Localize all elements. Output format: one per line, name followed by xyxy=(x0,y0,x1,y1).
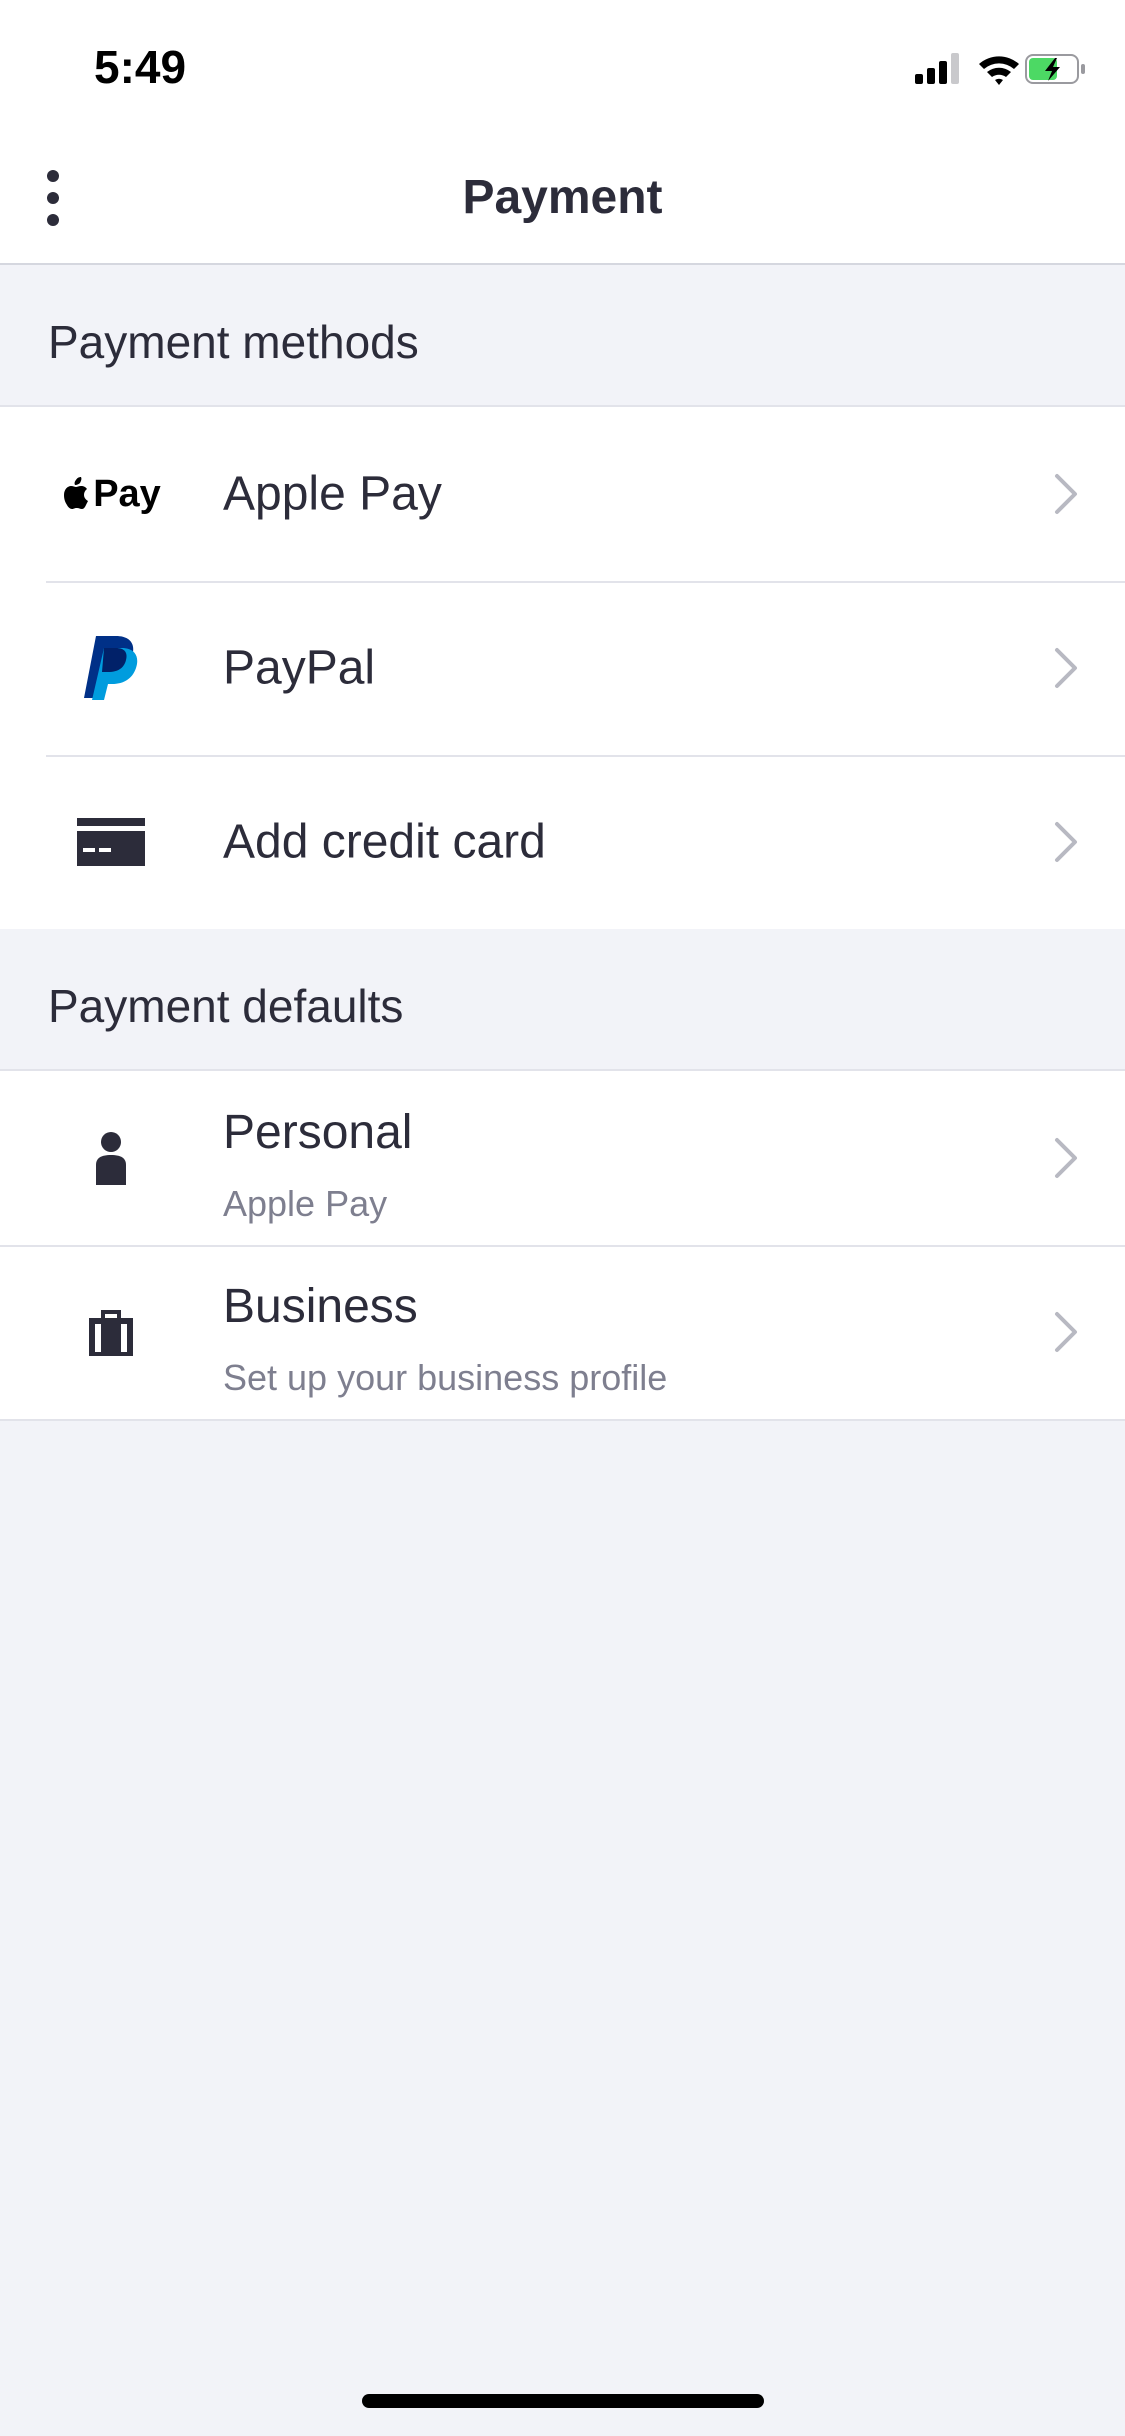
chevron-right-icon xyxy=(1055,1312,1077,1352)
home-indicator[interactable] xyxy=(362,2394,764,2408)
list-item-sublabel: Set up your business profile xyxy=(223,1357,668,1398)
apple-pay-wordmark: Pay xyxy=(93,472,161,515)
section-title: Payment methods xyxy=(48,316,419,368)
briefcase-icon xyxy=(58,1292,164,1372)
nav-bar: Payment xyxy=(0,132,1125,265)
list-item-label: Add credit card xyxy=(223,815,546,869)
credit-card-icon xyxy=(58,802,164,882)
person-icon xyxy=(58,1118,164,1198)
list-item-paypal[interactable]: PayPal xyxy=(0,581,1125,755)
apple-pay-icon: Pay xyxy=(58,454,164,534)
list-item-business[interactable]: Business Set up your business profile xyxy=(0,1245,1125,1419)
section-title: Payment defaults xyxy=(48,980,404,1032)
list-item-add-credit-card[interactable]: Add credit card xyxy=(0,755,1125,929)
chevron-right-icon xyxy=(1055,822,1077,862)
paypal-icon xyxy=(58,628,164,708)
payment-defaults-list: Personal Apple Pay Business Set up your … xyxy=(0,1069,1125,1421)
status-bar: 5:49 xyxy=(0,0,1125,132)
list-item-label: Business xyxy=(223,1280,418,1333)
battery-icon xyxy=(1025,54,1085,84)
list-item-sublabel: Apple Pay xyxy=(223,1183,388,1224)
chevron-right-icon xyxy=(1055,1138,1077,1178)
status-icons xyxy=(915,48,1085,92)
section-header-payment-methods: Payment methods xyxy=(0,265,1125,405)
list-item-label: PayPal xyxy=(223,641,376,695)
status-time: 5:49 xyxy=(94,41,187,93)
chevron-right-icon xyxy=(1055,648,1077,688)
wifi-icon xyxy=(979,56,1019,85)
list-item-apple-pay[interactable]: Pay Apple Pay xyxy=(0,407,1125,581)
payment-methods-list: Pay Apple Pay PayPal Add credit card xyxy=(0,405,1125,931)
list-item-label: Apple Pay xyxy=(223,467,442,521)
section-header-payment-defaults: Payment defaults xyxy=(0,929,1125,1069)
list-item-label: Personal xyxy=(223,1106,413,1159)
list-item-personal[interactable]: Personal Apple Pay xyxy=(0,1071,1125,1245)
chevron-right-icon xyxy=(1055,474,1077,514)
cellular-signal-icon xyxy=(915,53,959,84)
page-title: Payment xyxy=(462,171,663,224)
